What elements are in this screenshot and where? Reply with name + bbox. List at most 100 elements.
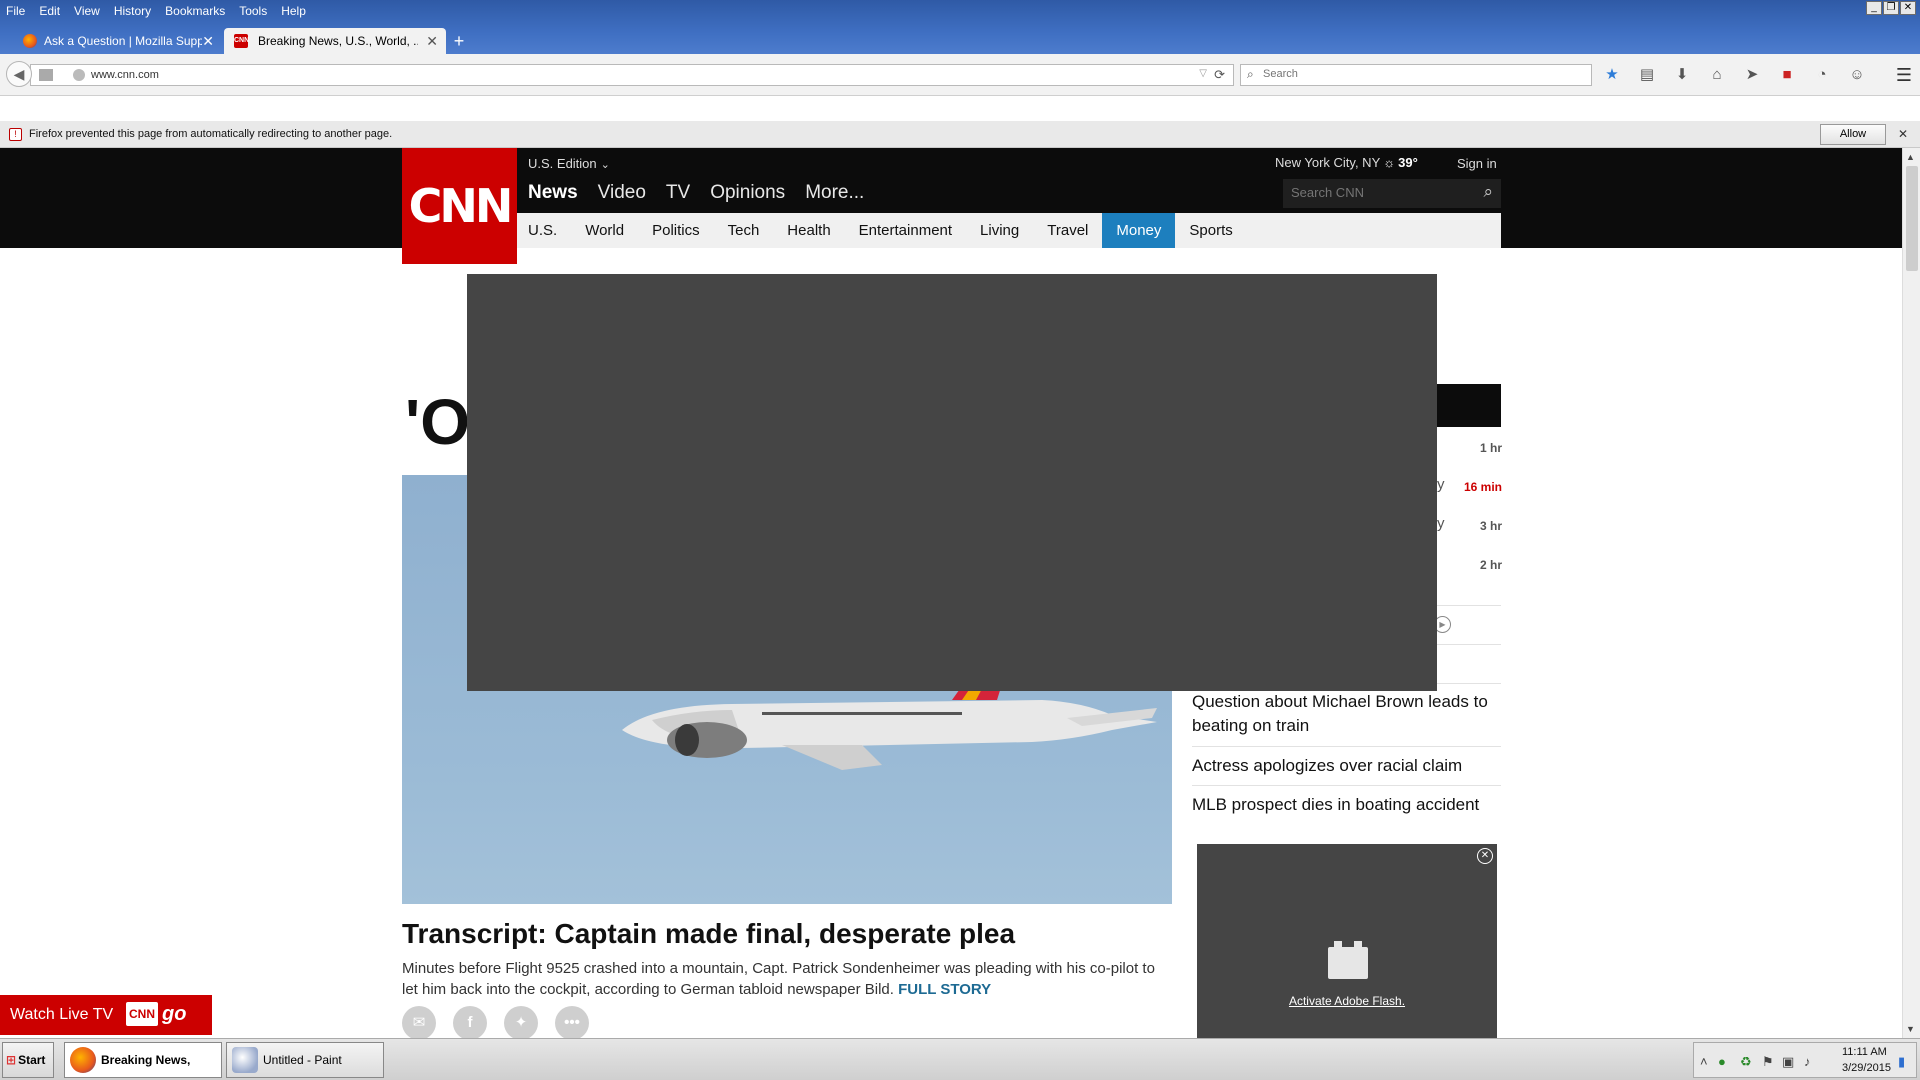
desktop-screen: File Edit View History Bookmarks Tools H… bbox=[0, 0, 1920, 1080]
addon-icon[interactable]: ■ bbox=[1775, 65, 1799, 85]
more-share-icon[interactable]: ••• bbox=[555, 1006, 589, 1038]
security-icon[interactable]: ● bbox=[1718, 1054, 1726, 1069]
send-icon[interactable]: ➤ bbox=[1740, 65, 1764, 85]
edition-selector[interactable]: U.S. Edition ⌄ bbox=[528, 156, 610, 171]
nav-tv[interactable]: TV bbox=[666, 182, 690, 204]
minimize-button[interactable]: _ bbox=[1866, 1, 1882, 15]
hamburger-menu-icon[interactable]: ☰ bbox=[1896, 65, 1912, 86]
back-button[interactable]: ◀ bbox=[6, 61, 32, 87]
menu-help[interactable]: Help bbox=[274, 1, 313, 21]
section-entertainment[interactable]: Entertainment bbox=[845, 213, 966, 248]
tab-close-icon[interactable]: ✕ bbox=[426, 33, 438, 50]
nav-video[interactable]: Video bbox=[598, 182, 646, 204]
task-label: Untitled - Paint bbox=[263, 1053, 342, 1067]
section-us[interactable]: U.S. bbox=[517, 213, 571, 248]
tab-cnn[interactable]: CNN Breaking News, U.S., World, ... ✕ bbox=[224, 28, 446, 54]
full-story-link[interactable]: FULL STORY bbox=[898, 981, 991, 998]
network-icon[interactable]: ▣ bbox=[1782, 1054, 1794, 1070]
headline-partial[interactable]: 'O bbox=[405, 385, 470, 459]
allow-button[interactable]: Allow bbox=[1820, 124, 1886, 145]
new-tab-button[interactable]: + bbox=[446, 28, 472, 54]
email-share-icon[interactable]: ✉ bbox=[402, 1006, 436, 1038]
bookmarks-menu-icon[interactable]: ▤ bbox=[1635, 65, 1659, 85]
clock-date[interactable]: 3/29/2015 bbox=[1842, 1062, 1891, 1074]
section-world[interactable]: World bbox=[571, 213, 638, 248]
bookmark-star-icon[interactable]: ★ bbox=[1600, 65, 1624, 85]
start-label: Start bbox=[18, 1053, 46, 1067]
tab-title: Ask a Question | Mozilla Supp... bbox=[44, 34, 203, 48]
redirect-notification-bar: ! Firefox prevented this page from autom… bbox=[0, 121, 1920, 148]
menu-tools[interactable]: Tools bbox=[232, 1, 274, 21]
section-health[interactable]: Health bbox=[773, 213, 844, 248]
sign-in-link[interactable]: Sign in bbox=[1457, 156, 1497, 171]
globe-icon bbox=[73, 69, 85, 81]
warning-icon: ! bbox=[9, 128, 22, 141]
menu-bookmarks[interactable]: Bookmarks bbox=[158, 1, 232, 21]
firefox-icon bbox=[70, 1047, 96, 1073]
section-living[interactable]: Living bbox=[966, 213, 1033, 248]
url-dropdown-icon[interactable]: ▽ bbox=[1199, 68, 1207, 79]
clock-time[interactable]: 11:11 AM bbox=[1842, 1046, 1887, 1058]
section-travel[interactable]: Travel bbox=[1033, 213, 1102, 248]
tab-strip: Ask a Question | Mozilla Supp... ✕ CNN B… bbox=[0, 26, 472, 54]
update-icon[interactable]: ♻ bbox=[1740, 1054, 1752, 1070]
flag-icon[interactable]: ⚑ bbox=[1762, 1054, 1774, 1070]
home-icon[interactable]: ⌂ bbox=[1705, 65, 1729, 85]
navigation-toolbar: www.cnn.com ▽ ⟳ ◀ ⌕ ★ ▤ ⬇ ⌂ ➤ ■ ◔ ☺ ☰ bbox=[0, 54, 1920, 96]
tray-expand-icon[interactable]: ˄ bbox=[1700, 1054, 1708, 1069]
task-firefox[interactable]: Breaking News, U.S... bbox=[64, 1042, 222, 1078]
watch-live-tv-button[interactable]: Watch Live TV CNN go bbox=[0, 995, 212, 1035]
menu-view[interactable]: View bbox=[67, 1, 107, 21]
close-window-button[interactable]: ✕ bbox=[1900, 1, 1916, 15]
share-row: ✉ f ✦ ••• bbox=[402, 1006, 589, 1038]
nav-more[interactable]: More... bbox=[805, 182, 864, 204]
section-money[interactable]: Money bbox=[1102, 213, 1176, 248]
flash-plugin-box[interactable]: ✕ Activate Adobe Flash. bbox=[1197, 844, 1497, 1038]
cnn-logo[interactable]: CNN bbox=[402, 148, 517, 264]
volume-icon[interactable]: ♪ bbox=[1804, 1054, 1811, 1069]
page-scrollbar[interactable]: ▲ ▼ bbox=[1902, 148, 1920, 1038]
weather-widget[interactable]: New York City, NY ☼ 39° bbox=[1275, 155, 1418, 170]
magnifier-icon[interactable]: ⌕ bbox=[1483, 182, 1493, 202]
cnn-search-input[interactable] bbox=[1291, 185, 1461, 200]
reload-icon[interactable]: ⟳ bbox=[1214, 67, 1225, 83]
section-sports[interactable]: Sports bbox=[1175, 213, 1246, 248]
tab-mozilla-support[interactable]: Ask a Question | Mozilla Supp... ✕ bbox=[0, 28, 222, 54]
timestamp: 2 hr bbox=[1480, 558, 1503, 572]
activate-flash-link[interactable]: Activate Adobe Flash. bbox=[1197, 994, 1497, 1008]
scroll-up-icon[interactable]: ▲ bbox=[1906, 152, 1915, 162]
headline-link[interactable]: Actress apologizes over racial claim bbox=[1192, 754, 1501, 778]
ad-overlay[interactable] bbox=[467, 274, 1437, 691]
scroll-thumb[interactable] bbox=[1906, 166, 1918, 271]
close-circle-icon[interactable]: ✕ bbox=[1477, 848, 1493, 864]
chat-icon[interactable]: ☺ bbox=[1845, 65, 1869, 85]
nav-opinions[interactable]: Opinions bbox=[710, 182, 785, 204]
facebook-share-icon[interactable]: f bbox=[453, 1006, 487, 1038]
cnn-search-box[interactable]: ⌕ bbox=[1283, 179, 1501, 208]
url-bar[interactable]: www.cnn.com ▽ ⟳ bbox=[30, 64, 1234, 86]
restore-button[interactable]: ❐ bbox=[1883, 1, 1899, 15]
task-paint[interactable]: Untitled - Paint bbox=[226, 1042, 384, 1078]
menu-file[interactable]: File bbox=[0, 1, 32, 21]
nav-news[interactable]: News bbox=[528, 182, 578, 204]
menu-edit[interactable]: Edit bbox=[32, 1, 67, 21]
twitter-share-icon[interactable]: ✦ bbox=[504, 1006, 538, 1038]
start-button[interactable]: ⊞ Start bbox=[2, 1042, 54, 1078]
section-tech[interactable]: Tech bbox=[714, 213, 774, 248]
section-politics[interactable]: Politics bbox=[638, 213, 714, 248]
notification-close-icon[interactable]: ✕ bbox=[1898, 127, 1908, 141]
browser-search-input[interactable] bbox=[1263, 68, 1583, 80]
browser-search-bar[interactable]: ⌕ bbox=[1240, 64, 1592, 86]
tab-close-icon[interactable]: ✕ bbox=[202, 33, 214, 50]
headline-link[interactable]: Question about Michael Brown leads to be… bbox=[1192, 690, 1501, 738]
menu-history[interactable]: History bbox=[107, 1, 158, 21]
url-text[interactable]: www.cnn.com bbox=[91, 69, 159, 81]
plugin-icon bbox=[1328, 941, 1368, 979]
downloads-icon[interactable]: ⬇ bbox=[1670, 65, 1694, 85]
site-identity-icon[interactable] bbox=[39, 69, 53, 81]
sync-icon[interactable]: ◔ bbox=[1810, 65, 1834, 85]
show-desktop-icon[interactable]: ▮ bbox=[1898, 1054, 1905, 1070]
headline-link[interactable]: MLB prospect dies in boating accident bbox=[1192, 793, 1501, 817]
scroll-down-icon[interactable]: ▼ bbox=[1906, 1024, 1915, 1034]
story-title[interactable]: Transcript: Captain made final, desperat… bbox=[402, 918, 1015, 950]
